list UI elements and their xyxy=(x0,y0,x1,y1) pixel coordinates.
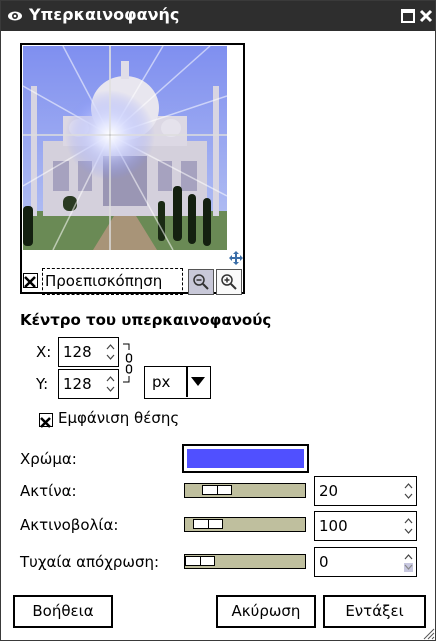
show-position-checkbox[interactable] xyxy=(39,413,53,428)
color-button[interactable] xyxy=(182,444,309,473)
unit-select-divider xyxy=(186,367,188,397)
spokes-spin-input[interactable]: 100 xyxy=(314,511,417,541)
x-value: 128 xyxy=(63,343,92,361)
x-spin-input[interactable]: 128 xyxy=(58,337,119,367)
preview-label-box[interactable]: Προεπισκόπηση xyxy=(42,268,183,295)
preview-area: Προεπισκόπηση xyxy=(20,43,245,295)
spokes-value: 100 xyxy=(319,517,348,535)
color-label: Χρώμα: xyxy=(20,450,77,468)
random-hue-value: 0 xyxy=(319,553,329,571)
preview-image[interactable] xyxy=(23,46,227,250)
radius-label: Ακτίνα: xyxy=(20,482,77,500)
radius-value: 20 xyxy=(319,482,339,500)
preview-checkbox[interactable] xyxy=(23,273,38,288)
spokes-slider[interactable] xyxy=(184,517,306,532)
radius-slider-handle[interactable] xyxy=(202,485,232,495)
random-hue-slider[interactable] xyxy=(184,554,306,569)
spokes-label: Ακτινοβολία: xyxy=(20,516,119,534)
x-label: X: xyxy=(36,343,52,361)
maximize-icon[interactable] xyxy=(401,9,415,23)
dialog-window: Υπερκαινοφανής Προεπισκόπηση Κέντρο του … xyxy=(0,0,436,641)
spin-arrows-icon[interactable] xyxy=(404,481,413,501)
center-section-title: Κέντρο του υπερκαινοφανούς xyxy=(20,311,272,329)
spin-arrows-icon[interactable] xyxy=(106,342,115,362)
checkmark-icon xyxy=(24,276,36,288)
random-hue-label: Τυχαία απόχρωση: xyxy=(20,553,160,571)
help-button[interactable]: Βοήθεια xyxy=(13,595,113,628)
random-hue-spin-input[interactable]: 0 xyxy=(314,547,417,577)
cancel-button[interactable]: Ακύρωση xyxy=(216,595,316,628)
unit-select[interactable]: px xyxy=(144,366,211,399)
eye-icon xyxy=(8,11,22,21)
window-title: Υπερκαινοφανής xyxy=(29,5,180,24)
move-icon[interactable] xyxy=(229,251,243,265)
y-value: 128 xyxy=(63,375,92,393)
radius-slider[interactable] xyxy=(184,483,306,498)
zoom-out-icon xyxy=(193,274,209,290)
spokes-slider-handle[interactable] xyxy=(193,519,223,529)
y-spin-input[interactable]: 128 xyxy=(58,369,119,399)
show-position-label: Εμφάνιση θέσης xyxy=(58,409,180,427)
unit-value: px xyxy=(152,373,171,391)
chain-link-icon[interactable] xyxy=(123,342,135,384)
close-icon[interactable] xyxy=(419,9,433,23)
spin-arrows-icon[interactable] xyxy=(404,516,413,536)
zoom-in-button[interactable] xyxy=(216,269,242,295)
ok-button[interactable]: Εντάξει xyxy=(323,595,426,628)
title-bar[interactable]: Υπερκαινοφανής xyxy=(1,1,435,31)
zoom-out-button[interactable] xyxy=(188,269,214,295)
zoom-in-icon xyxy=(221,274,237,290)
random-hue-slider-handle[interactable] xyxy=(185,556,215,566)
spin-arrows-icon[interactable] xyxy=(404,552,413,572)
radius-spin-input[interactable]: 20 xyxy=(314,476,417,506)
spin-arrows-icon[interactable] xyxy=(106,374,115,394)
resize-grip-icon[interactable] xyxy=(421,626,435,640)
y-label: Y: xyxy=(36,375,49,393)
chevron-down-icon xyxy=(191,377,205,386)
preview-label: Προεπισκόπηση xyxy=(45,272,163,290)
color-swatch xyxy=(187,449,304,468)
checkmark-icon xyxy=(40,417,51,428)
